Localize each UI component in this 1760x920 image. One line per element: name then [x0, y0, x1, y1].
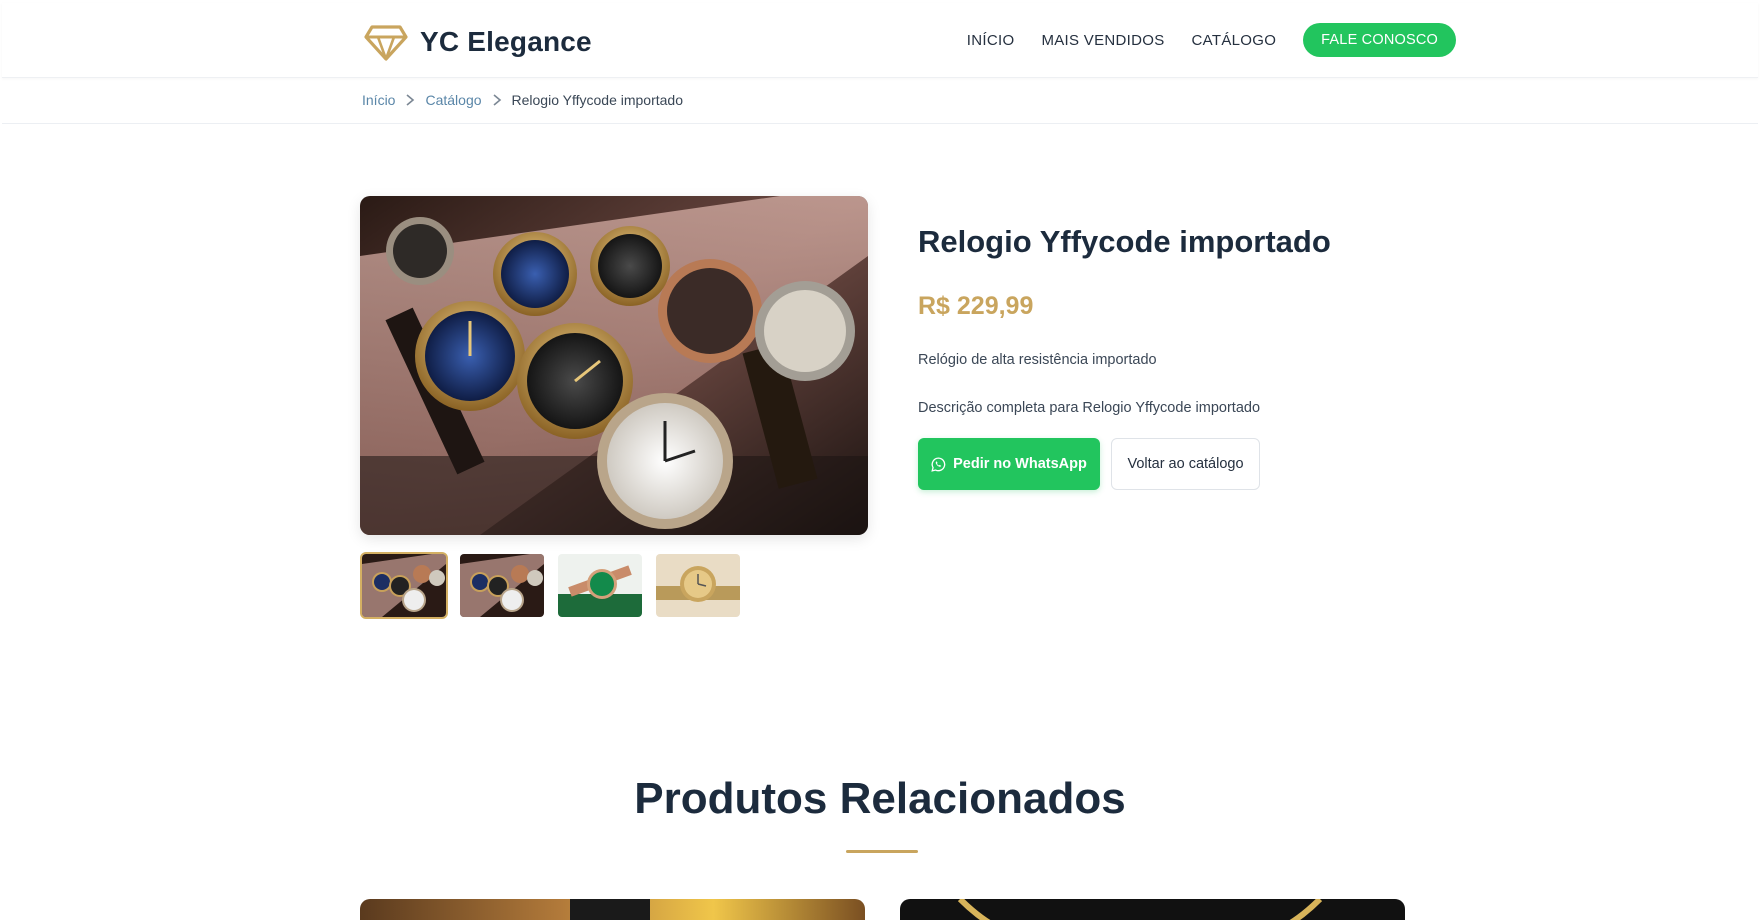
- contact-button[interactable]: FALE CONOSCO: [1303, 23, 1456, 57]
- whatsapp-button-label: Pedir no WhatsApp: [953, 456, 1087, 472]
- breadcrumb-home[interactable]: Início: [362, 92, 395, 108]
- site-header: YC Elegance INÍCIO MAIS VENDIDOS CATÁLOG…: [2, 3, 1758, 78]
- back-to-catalog-button[interactable]: Voltar ao catálogo: [1111, 438, 1260, 490]
- whatsapp-icon: [931, 456, 946, 472]
- chevron-right-icon: [405, 93, 415, 107]
- product-main-image: [360, 196, 868, 535]
- breadcrumb-bar: Início Catálogo Relogio Yffycode importa…: [2, 78, 1758, 124]
- related-product-card[interactable]: [900, 899, 1405, 920]
- brand-name: YC Elegance: [420, 26, 592, 57]
- breadcrumb: Início Catálogo Relogio Yffycode importa…: [362, 92, 683, 108]
- thumbnail-green-watch[interactable]: [556, 552, 644, 619]
- brand[interactable]: YC Elegance: [364, 21, 592, 63]
- product-full-description: Descrição completa para Relogio Yffycode…: [918, 400, 1261, 416]
- related-product-card[interactable]: [360, 899, 865, 920]
- breadcrumb-current: Relogio Yffycode importado: [511, 92, 683, 108]
- diamond-icon: [364, 25, 408, 61]
- product-short-description: Relógio de alta resistência importado: [918, 352, 1157, 368]
- thumbnail-watch-box-1[interactable]: [360, 552, 448, 619]
- main-nav: INÍCIO MAIS VENDIDOS CATÁLOGO FALE CONOS…: [967, 23, 1456, 57]
- title-underline: [846, 850, 918, 853]
- thumbnail-watch-box-2[interactable]: [458, 552, 546, 619]
- nav-best-sellers[interactable]: MAIS VENDIDOS: [1041, 32, 1164, 49]
- related-products-title: Produtos Relacionados: [634, 774, 1126, 823]
- product-title: Relogio Yffycode importado: [918, 224, 1331, 259]
- nav-home[interactable]: INÍCIO: [967, 32, 1015, 49]
- thumbnail-gold-watch[interactable]: [654, 552, 742, 619]
- whatsapp-order-button[interactable]: Pedir no WhatsApp: [918, 438, 1100, 490]
- product-price: R$ 229,99: [918, 292, 1034, 320]
- nav-catalog[interactable]: CATÁLOGO: [1192, 32, 1277, 49]
- breadcrumb-catalog[interactable]: Catálogo: [425, 92, 481, 108]
- thumbnail-strip: [360, 552, 752, 619]
- chevron-right-icon: [492, 93, 502, 107]
